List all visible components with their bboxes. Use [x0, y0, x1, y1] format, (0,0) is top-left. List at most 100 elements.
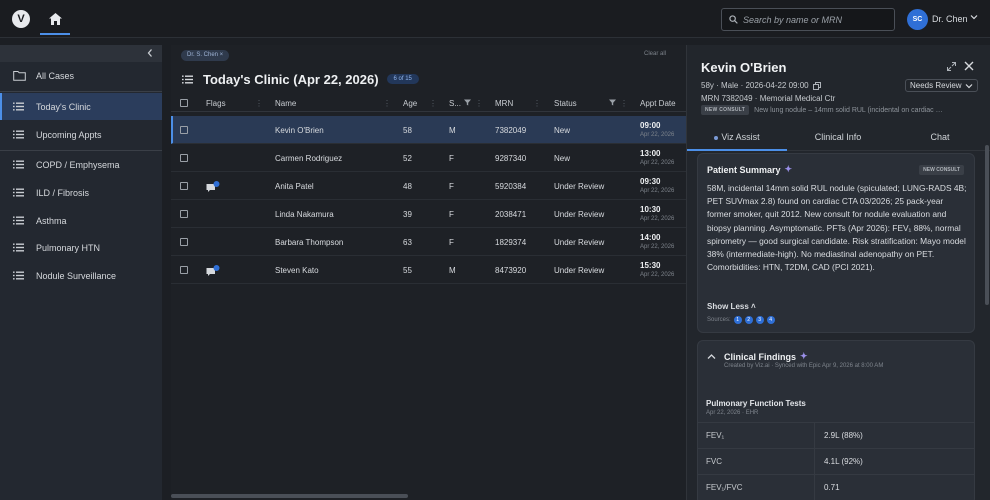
column-menu-icon[interactable]: ⋮	[620, 99, 628, 108]
column-divider	[814, 423, 815, 449]
user-avatar[interactable]: SC	[907, 9, 928, 30]
source-link[interactable]: 3	[755, 316, 764, 324]
clear-all-button[interactable]: Clear all	[644, 51, 666, 57]
page-title: Today's Clinic (Apr 22, 2026)	[203, 71, 379, 87]
patient-mrn-line: MRN 7382049 · Memorial Medical Ctr	[701, 94, 836, 103]
column-header-mrn[interactable]: MRN	[495, 99, 513, 108]
status-select[interactable]: Needs Review	[905, 79, 978, 92]
detail-tabs: Viz Assist Clinical Info Chat	[687, 123, 990, 151]
column-menu-icon[interactable]: ⋮	[429, 99, 437, 108]
sidebar-item-label: All Cases	[36, 70, 75, 81]
patient-sex: F	[449, 210, 454, 219]
chevron-up-icon[interactable]	[707, 353, 716, 361]
pft-value: 0.71	[824, 483, 840, 492]
source-link[interactable]: 4	[766, 316, 775, 324]
sidebar-item-todays-clinic[interactable]: Today's Clinic	[0, 93, 162, 120]
top-bar: V SC Dr. Chen	[0, 0, 990, 38]
row-checkbox[interactable]	[180, 154, 188, 162]
tab-viz-assist[interactable]: Viz Assist	[687, 123, 787, 151]
patient-sex: F	[449, 182, 454, 191]
sidebar-item-upcoming-appts[interactable]: Upcoming Appts	[0, 121, 162, 148]
summary-title: Patient Summary	[707, 164, 781, 175]
message-flag-icon[interactable]	[206, 181, 220, 195]
app-logo[interactable]: V	[12, 10, 30, 28]
column-header-age[interactable]: Age	[403, 99, 417, 108]
appt-date: Apr 22, 2026	[640, 244, 675, 250]
sidebar-item-ild[interactable]: ILD / Fibrosis	[0, 179, 162, 206]
copy-icon[interactable]	[812, 81, 821, 90]
row-checkbox[interactable]	[180, 182, 188, 190]
tab-chat[interactable]: Chat	[889, 123, 990, 151]
list-icon	[13, 160, 29, 169]
filter-icon[interactable]	[464, 99, 471, 108]
sidebar-item-nodule-surveillance[interactable]: Nodule Surveillance	[0, 262, 162, 289]
table-row[interactable]: Carmen Rodriguez 52 F 9287340 New 13:00 …	[171, 144, 686, 172]
filter-icon[interactable]	[609, 99, 616, 108]
expand-icon[interactable]	[947, 62, 956, 71]
clinical-findings-card: Clinical Findings ✦ Created by Viz.ai · …	[697, 340, 975, 500]
sidebar-item-asthma[interactable]: Asthma	[0, 207, 162, 234]
select-all-checkbox[interactable]	[180, 99, 188, 107]
search-input[interactable]	[743, 14, 883, 25]
patient-mrn: 5920384	[495, 182, 527, 191]
message-flag-icon[interactable]	[206, 265, 220, 279]
sidebar-item-label: COPD / Emphysema	[36, 159, 120, 170]
column-menu-icon[interactable]: ⋮	[475, 99, 483, 108]
patient-mrn: 1829374	[495, 238, 527, 247]
row-checkbox[interactable]	[180, 210, 188, 218]
patient-detail-panel: Kevin O'Brien 58y · Male · 2026-04-22 09…	[686, 45, 990, 500]
sidebar-item-pulmonary-htn[interactable]: Pulmonary HTN	[0, 234, 162, 261]
vertical-scrollbar[interactable]	[985, 145, 989, 305]
pft-label: FEV₁/FVC	[706, 483, 743, 492]
column-menu-icon[interactable]: ⋮	[383, 99, 391, 108]
horizontal-scrollbar[interactable]	[171, 494, 408, 498]
sources: Sources: 1 2 3 4	[707, 316, 775, 324]
home-button[interactable]	[40, 5, 70, 35]
sidebar-item-all-cases[interactable]: All Cases	[0, 62, 162, 89]
table-row[interactable]: Linda Nakamura 39 F 2038471 Under Review…	[171, 200, 686, 228]
patient-age: 48	[403, 182, 412, 191]
patient-name-heading: Kevin O'Brien	[701, 60, 787, 75]
viz-dot-icon	[714, 135, 719, 140]
findings-subtitle: Created by Viz.ai · Synced with Epic Apr…	[724, 363, 884, 369]
pft-title: Pulmonary Function Tests	[706, 399, 806, 408]
column-menu-icon[interactable]: ⋮	[533, 99, 541, 108]
column-header-appt-date[interactable]: Appt Date	[640, 99, 686, 108]
sidebar-item-copd[interactable]: COPD / Emphysema	[0, 151, 162, 178]
row-checkbox[interactable]	[180, 266, 188, 274]
pft-subtitle: Apr 22, 2026 · EHR	[706, 410, 759, 416]
sidebar-header	[0, 45, 162, 62]
row-checkbox[interactable]	[180, 126, 188, 134]
filter-chip[interactable]: Dr. S. Chen ×	[181, 50, 230, 61]
appt-date: Apr 22, 2026	[640, 216, 675, 222]
chevron-down-icon[interactable]	[970, 13, 978, 21]
column-header-status[interactable]: Status	[554, 99, 577, 108]
patient-status: Under Review	[554, 266, 605, 275]
patient-meta: 58y · Male · 2026-04-22 09:00	[701, 81, 821, 90]
patient-age: 52	[403, 154, 412, 163]
patient-sex: M	[449, 266, 456, 275]
table-row[interactable]: Anita Patel 48 F 5920384 Under Review 09…	[171, 172, 686, 200]
collapse-sidebar-icon[interactable]	[146, 48, 154, 58]
table-row[interactable]: Kevin O'Brien 58 M 7382049 New 09:00 Apr…	[171, 116, 686, 144]
source-link[interactable]: 2	[744, 316, 753, 324]
patient-list-pane: Dr. S. Chen × Clear all Today's Clinic (…	[171, 45, 686, 500]
column-menu-icon[interactable]: ⋮	[255, 99, 263, 108]
list-icon	[13, 243, 29, 252]
source-link[interactable]: 1	[733, 316, 742, 324]
column-header-flags[interactable]: Flags	[206, 99, 226, 108]
pft-value: 4.1L (92%)	[824, 457, 863, 466]
user-name[interactable]: Dr. Chen	[932, 14, 968, 24]
show-less-button[interactable]: Show Less ˄	[707, 302, 756, 311]
patient-summary-card: Patient Summary ✦ NEW CONSULT 58M, incid…	[697, 153, 975, 333]
close-icon[interactable]	[964, 61, 974, 71]
table-row[interactable]: Barbara Thompson 63 F 1829374 Under Revi…	[171, 228, 686, 256]
column-header-name[interactable]: Name	[275, 99, 296, 108]
column-header-sex[interactable]: S...	[449, 99, 461, 108]
row-checkbox[interactable]	[180, 238, 188, 246]
search-box[interactable]	[721, 8, 895, 31]
search-icon	[729, 15, 738, 24]
appt-time: 13:00	[640, 149, 661, 158]
tab-clinical-info[interactable]: Clinical Info	[787, 123, 889, 151]
table-row[interactable]: Steven Kato 55 M 8473920 Under Review 15…	[171, 256, 686, 284]
